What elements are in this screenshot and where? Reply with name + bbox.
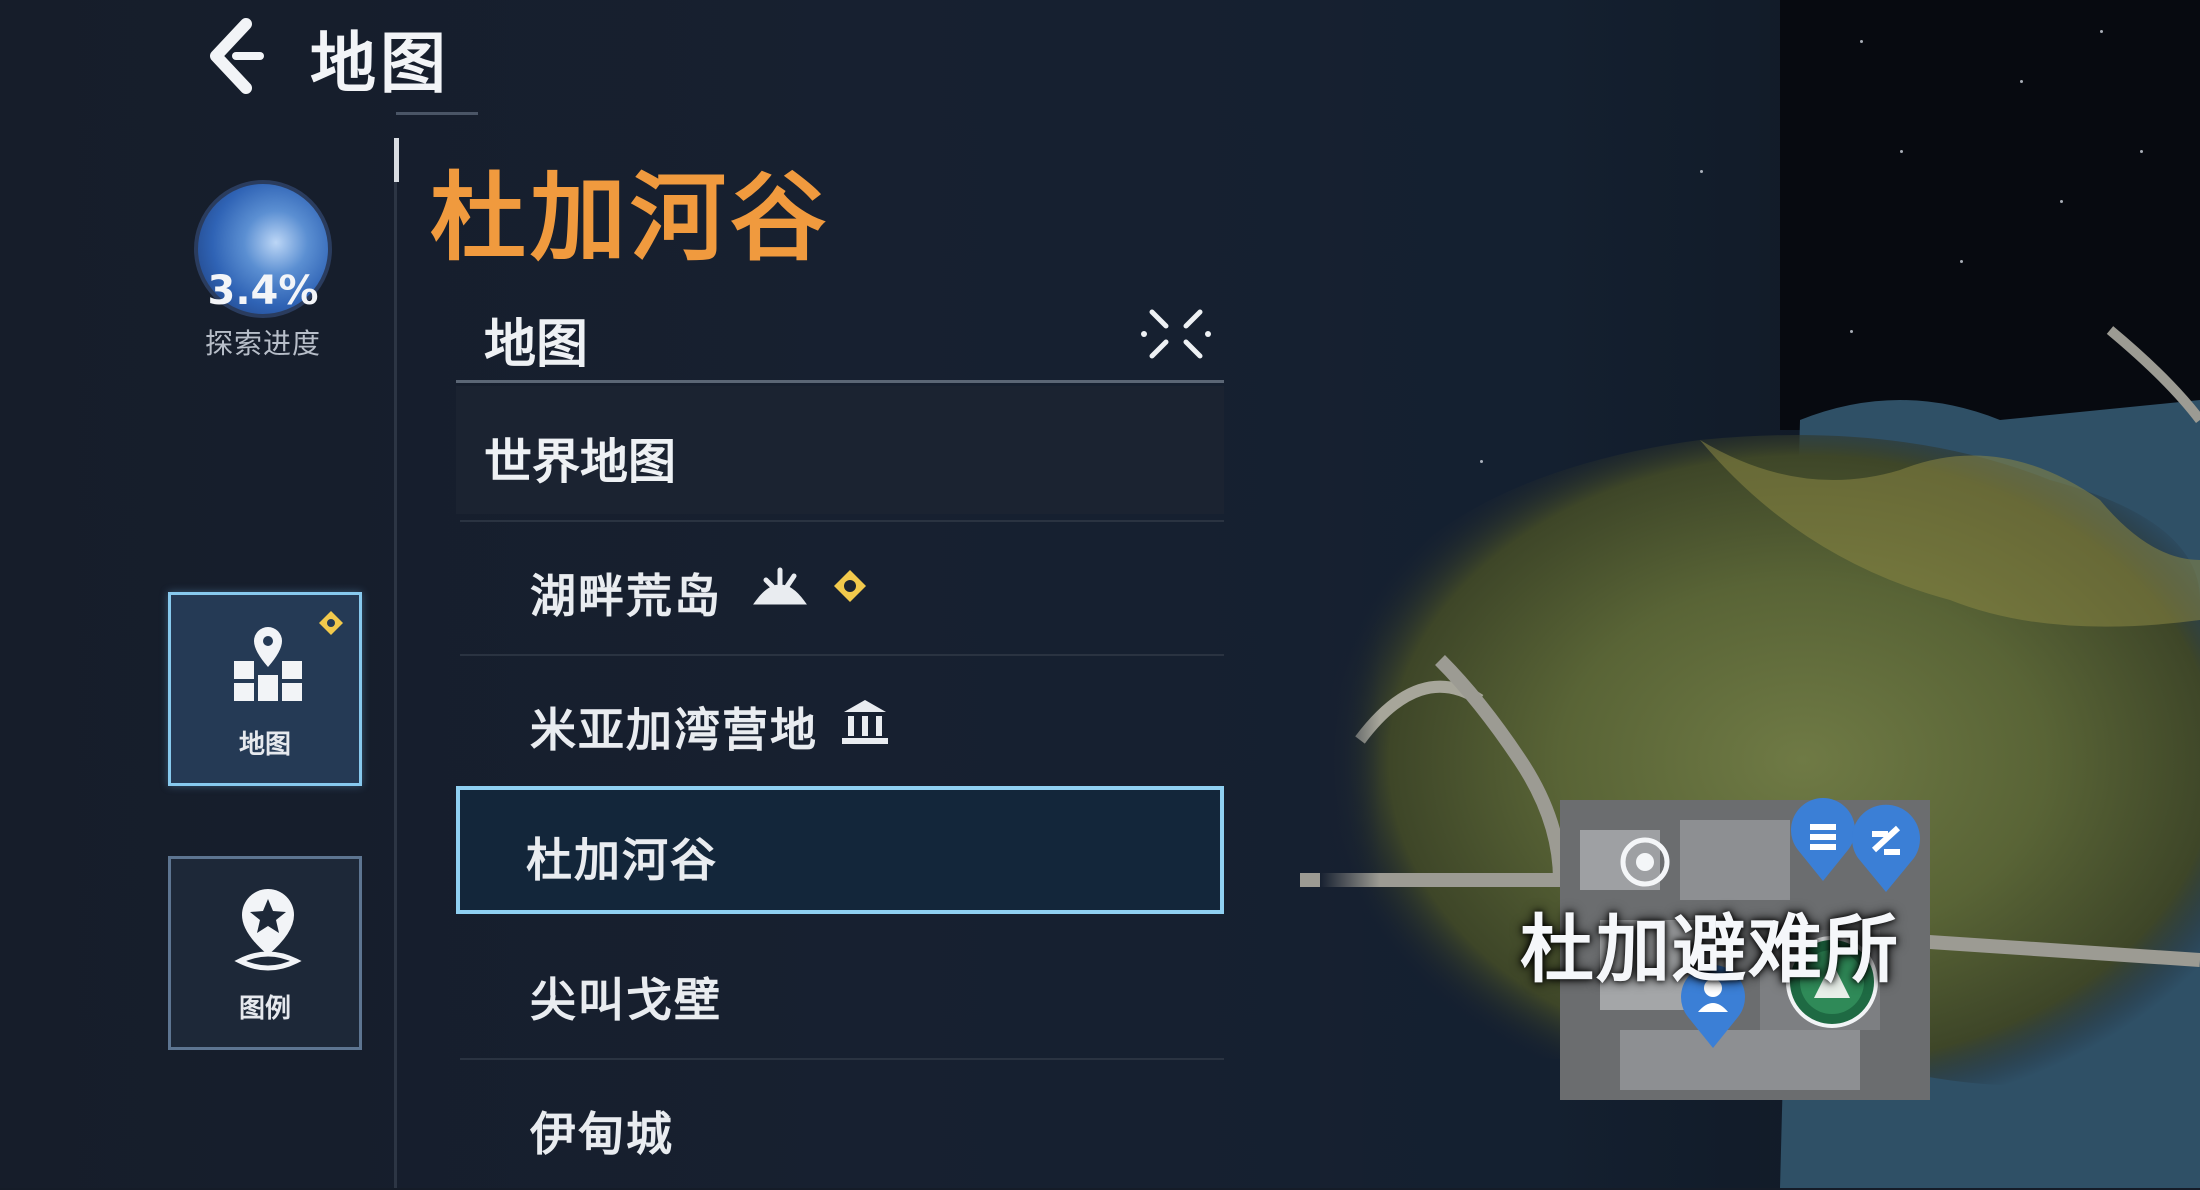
legend-star-icon [234,889,302,971]
region-item-label: 伊甸城 [530,1107,674,1161]
location-label[interactable]: 杜加避难所 [1520,890,1900,997]
back-arrow-icon [210,18,264,94]
collapse-icon[interactable] [1138,304,1214,364]
world-map-label: 世界地图 [484,434,677,490]
progress-percent: 3.4% [207,268,319,314]
list-item-region[interactable]: 湖畔荒岛 [460,520,1224,652]
region-item-label: 杜加河谷 [526,833,718,887]
waypoint-diamond-icon [834,570,866,602]
waypoint-ring-icon[interactable] [1617,834,1673,890]
list-item-region[interactable]: 米亚加湾营地 [460,654,1224,786]
region-title: 杜加河谷 [430,162,830,274]
list-item-region[interactable]: 尖叫戈壁 [460,926,1224,1056]
divider [394,138,397,1188]
sidebar-legend-label: 图例 [238,994,291,1024]
temple-icon [842,700,888,744]
progress-label: 探索进度 [204,327,321,360]
region-item-label: 湖畔荒岛 [530,569,722,623]
divider-accent [394,138,399,182]
sidebar-legend-button[interactable]: 图例 [168,856,362,1050]
page-title: 地图 [310,25,450,102]
title-underline [396,112,478,115]
region-item-label: 尖叫戈壁 [530,973,722,1027]
back-button[interactable] [180,6,290,106]
map-icon [234,627,302,701]
exploration-progress: 3.4% 探索进度 [188,180,338,360]
list-item-region[interactable]: 伊甸城 [460,1058,1224,1190]
list-item-region-selected[interactable]: 杜加河谷 [456,786,1224,914]
world-map-item[interactable]: 世界地图 [456,386,1224,514]
panel-header: 地图 [456,290,1224,383]
sidebar-map-button[interactable]: 地图 [168,592,362,786]
waypoint-diamond-icon [319,611,343,635]
panel-header-label: 地图 [484,315,589,375]
region-item-label: 米亚加湾营地 [530,703,818,757]
sidebar-map-label: 地图 [238,730,291,760]
shop-pin-icon[interactable] [1848,800,1924,896]
creature-icon [753,567,807,605]
